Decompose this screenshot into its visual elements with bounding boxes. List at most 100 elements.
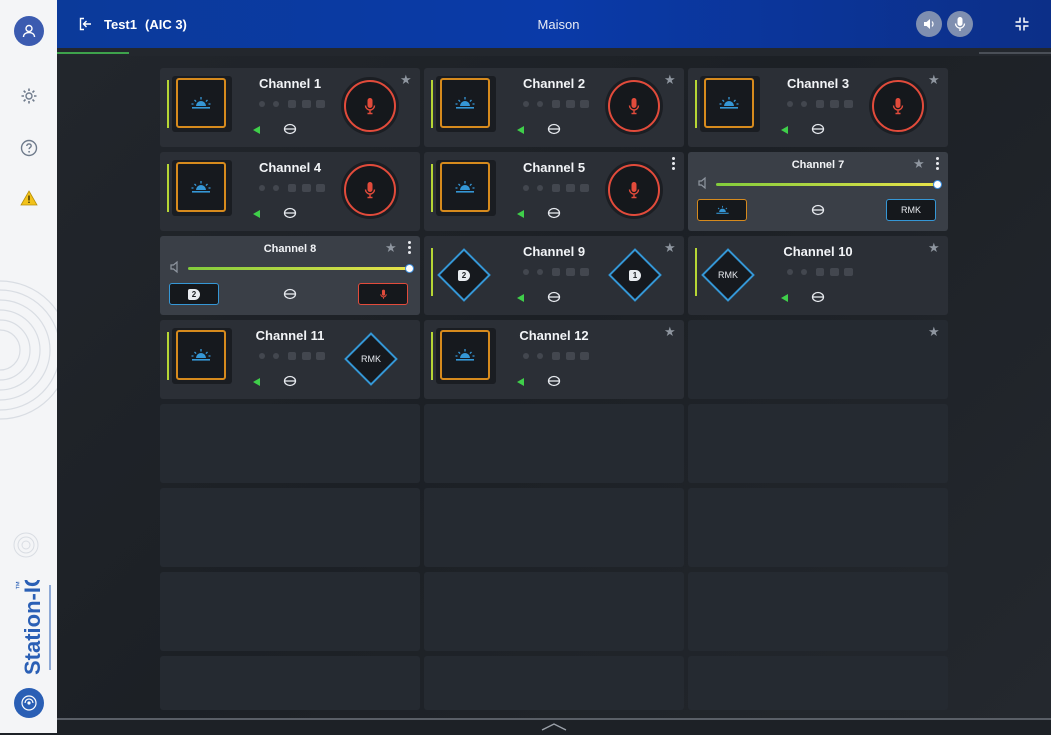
volume-knob[interactable] xyxy=(933,180,942,189)
menu-kebab-icon[interactable] xyxy=(408,241,411,256)
decorative-rings xyxy=(0,280,57,420)
listen-loop-icon[interactable] xyxy=(547,206,561,220)
diamond-label: RMK xyxy=(361,354,381,364)
channel-tile[interactable]: Channel 3 ★ xyxy=(688,68,948,147)
empty-channel-slot[interactable] xyxy=(688,488,948,567)
level-bar xyxy=(167,332,169,380)
diamond-button[interactable]: RMK xyxy=(343,331,399,387)
talk-button[interactable] xyxy=(608,164,660,216)
group-badge: 2 xyxy=(457,269,471,281)
group-button[interactable]: 2 xyxy=(169,283,219,305)
channel-name: Channel 3 xyxy=(786,76,850,91)
microphone-button[interactable] xyxy=(947,11,973,37)
favorite-star-icon[interactable]: ★ xyxy=(385,241,397,254)
channel-tile[interactable]: RMK Channel 10 ★ xyxy=(688,236,948,315)
listen-loop-icon[interactable] xyxy=(547,374,561,388)
collapse-button[interactable] xyxy=(1014,16,1030,37)
listen-loop-icon[interactable] xyxy=(283,287,297,301)
status-icons xyxy=(259,100,325,108)
beacon-button[interactable] xyxy=(697,199,747,221)
beacon-button[interactable] xyxy=(440,330,490,380)
inactive-tab-indicator xyxy=(979,52,1051,54)
listen-loop-icon[interactable] xyxy=(283,206,297,220)
user-avatar-button[interactable] xyxy=(14,16,44,46)
empty-channel-slot[interactable] xyxy=(160,488,420,567)
volume-button[interactable] xyxy=(169,260,183,279)
empty-channel-slot[interactable] xyxy=(160,404,420,483)
expand-up-icon[interactable] xyxy=(539,722,569,732)
status-icons xyxy=(787,100,853,108)
empty-channel-slot[interactable] xyxy=(688,572,948,651)
empty-channel-slot[interactable] xyxy=(160,656,420,710)
volume-slider[interactable] xyxy=(716,180,942,189)
favorite-star-icon[interactable]: ★ xyxy=(664,73,676,86)
diamond-button[interactable]: RMK xyxy=(700,247,756,303)
beacon-button[interactable] xyxy=(440,78,490,128)
talk-button[interactable] xyxy=(872,80,924,132)
channel-tile[interactable]: Channel 5 xyxy=(424,152,684,231)
beacon-button[interactable] xyxy=(176,330,226,380)
empty-channel-slot[interactable] xyxy=(424,488,684,567)
favorite-star-icon[interactable]: ★ xyxy=(400,73,412,86)
help-icon xyxy=(20,139,38,157)
favorite-star-icon[interactable]: ★ xyxy=(928,73,940,86)
favorite-star-icon[interactable]: ★ xyxy=(928,325,940,338)
rmk-button[interactable]: RMK xyxy=(886,199,936,221)
talk-indicator-icon xyxy=(517,210,524,218)
empty-channel-slot[interactable]: ★ xyxy=(688,320,948,399)
volume-knob[interactable] xyxy=(405,264,414,273)
talk-button[interactable] xyxy=(608,80,660,132)
level-bar xyxy=(167,80,169,128)
channel-tile[interactable]: Channel 1 ★ xyxy=(160,68,420,147)
diamond-button[interactable]: 2 xyxy=(436,247,492,303)
speaker-button[interactable] xyxy=(916,11,942,37)
volume-button[interactable] xyxy=(697,176,711,195)
talk-indicator-icon xyxy=(517,378,524,386)
favorite-star-icon[interactable]: ★ xyxy=(664,325,676,338)
empty-channel-slot[interactable] xyxy=(424,656,684,710)
listen-loop-icon[interactable] xyxy=(547,122,561,136)
group-badge: 1 xyxy=(628,269,642,281)
listen-loop-icon[interactable] xyxy=(811,290,825,304)
talk-button[interactable] xyxy=(344,80,396,132)
empty-channel-slot[interactable] xyxy=(688,404,948,483)
channel-tile[interactable]: Channel 4 xyxy=(160,152,420,231)
channel-tile[interactable]: Channel 7 RMK ★ xyxy=(688,152,948,231)
favorite-star-icon[interactable]: ★ xyxy=(664,241,676,254)
channel-tile[interactable]: Channel 2 ★ xyxy=(424,68,684,147)
beacon-button[interactable] xyxy=(440,162,490,212)
empty-channel-slot[interactable] xyxy=(424,572,684,651)
active-tab-indicator xyxy=(57,52,129,54)
volume-slider[interactable] xyxy=(188,264,414,273)
channel-tile[interactable]: Channel 12 ★ xyxy=(424,320,684,399)
listen-loop-icon[interactable] xyxy=(283,374,297,388)
channel-tile[interactable]: 2 1 Channel 9 ★ xyxy=(424,236,684,315)
menu-kebab-icon[interactable] xyxy=(672,157,675,172)
level-bar xyxy=(695,248,697,296)
menu-kebab-icon[interactable] xyxy=(936,157,939,172)
talk-button[interactable] xyxy=(358,283,408,305)
listen-loop-icon[interactable] xyxy=(547,290,561,304)
listen-loop-icon[interactable] xyxy=(811,122,825,136)
beacon-button[interactable] xyxy=(176,78,226,128)
favorite-star-icon[interactable]: ★ xyxy=(928,241,940,254)
empty-channel-slot[interactable] xyxy=(424,404,684,483)
volume-icon xyxy=(170,260,178,274)
top-bar: Test1 (AIC 3) Maison xyxy=(57,0,1051,48)
settings-button[interactable] xyxy=(17,84,41,108)
talk-button[interactable] xyxy=(344,164,396,216)
empty-channel-slot[interactable] xyxy=(160,572,420,651)
empty-channel-slot[interactable] xyxy=(688,656,948,710)
warning-button[interactable] xyxy=(17,186,41,210)
favorite-star-icon[interactable]: ★ xyxy=(913,157,925,170)
listen-loop-icon[interactable] xyxy=(811,203,825,217)
beacon-button[interactable] xyxy=(176,162,226,212)
channel-tile[interactable]: RMK Channel 11 xyxy=(160,320,420,399)
microphone-icon xyxy=(364,98,376,115)
diamond-button[interactable]: 1 xyxy=(607,247,663,303)
help-button[interactable] xyxy=(17,136,41,160)
beacon-button[interactable] xyxy=(704,78,754,128)
channel-tile[interactable]: Channel 8 2 ★ xyxy=(160,236,420,315)
channel-name: Channel 7 xyxy=(791,159,845,171)
listen-loop-icon[interactable] xyxy=(283,122,297,136)
